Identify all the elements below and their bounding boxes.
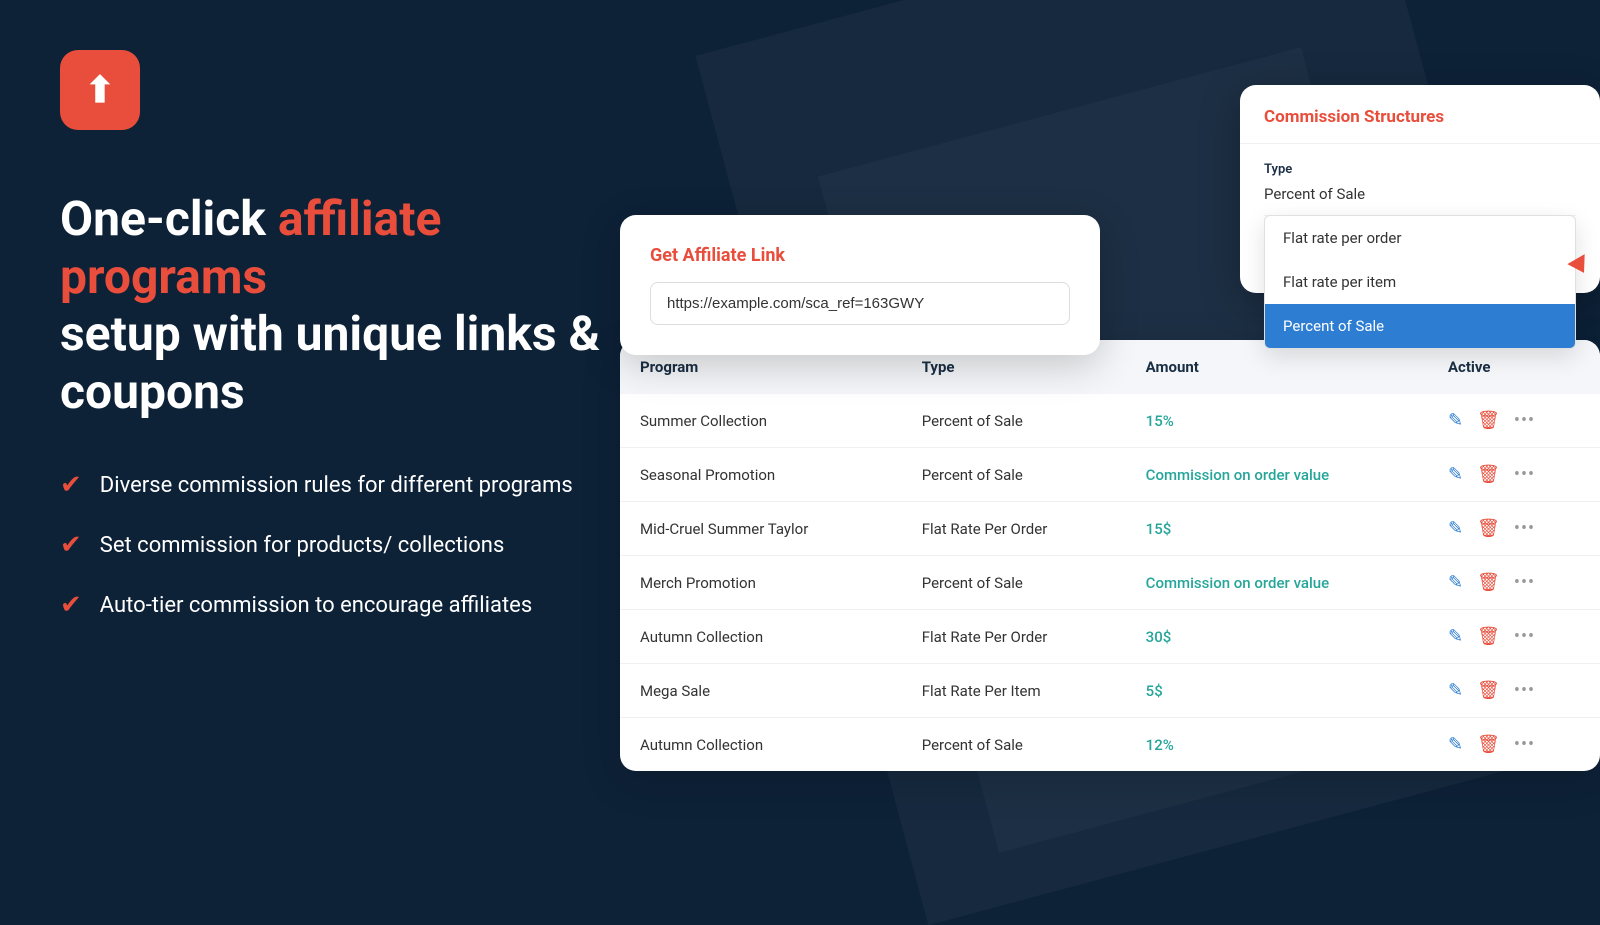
headline-sub: setup with unique links & coupons [60,305,600,420]
type-label: Type [1264,162,1576,177]
feature-item-2: ✔ Set commission for products/ collectio… [60,530,620,560]
more-icon[interactable]: ••• [1514,518,1535,539]
cell-amount: 15$ [1126,502,1428,556]
delete-icon[interactable]: 🗑 [1477,518,1500,539]
cell-amount: 12% [1126,718,1428,772]
cell-type: Flat Rate Per Order [902,610,1126,664]
cell-amount: 15% [1126,394,1428,448]
more-icon[interactable]: ••• [1514,734,1535,755]
more-icon[interactable]: ••• [1514,464,1535,485]
cell-amount: 30$ [1126,610,1428,664]
table-row: Mega Sale Flat Rate Per Item 5$ ✎ 🗑 ••• [620,664,1600,718]
logo-icon: ⬆ [85,72,115,108]
more-icon[interactable]: ••• [1514,572,1535,593]
table-row: Mid-Cruel Summer Taylor Flat Rate Per Or… [620,502,1600,556]
cell-program: Mid-Cruel Summer Taylor [620,502,902,556]
affiliate-card-title: Get Affiliate Link [650,245,1070,266]
table-row: Summer Collection Percent of Sale 15% ✎ … [620,394,1600,448]
dropdown-option-flat-order[interactable]: Flat rate per order [1265,216,1575,260]
delete-icon[interactable]: 🗑 [1477,464,1500,485]
edit-icon[interactable]: ✎ [1448,410,1463,431]
feature-text-3: Auto-tier commission to encourage affili… [100,593,532,618]
delete-icon[interactable]: 🗑 [1477,626,1500,647]
logo-box: ⬆ [60,50,140,130]
cell-type: Percent of Sale [902,394,1126,448]
feature-text-2: Set commission for products/ collections [100,533,505,558]
left-panel: ⬆ One-click affiliate programs setup wit… [0,0,680,900]
headline: One-click affiliate programs setup with … [60,190,620,420]
table-row: Merch Promotion Percent of Sale Commissi… [620,556,1600,610]
table-row: Autumn Collection Percent of Sale 12% ✎ … [620,718,1600,772]
feature-item-1: ✔ Diverse commission rules for different… [60,470,620,500]
feature-text-1: Diverse commission rules for different p… [100,473,573,498]
cell-program: Autumn Collection [620,718,902,772]
cell-actions: ✎ 🗑 ••• [1428,556,1600,610]
cell-actions: ✎ 🗑 ••• [1428,448,1600,502]
cell-type: Percent of Sale [902,448,1126,502]
cell-actions: ✎ 🗑 ••• [1428,610,1600,664]
check-icon-2: ✔ [60,530,82,560]
delete-icon[interactable]: 🗑 [1477,734,1500,755]
more-icon[interactable]: ••• [1514,680,1535,701]
cell-program: Autumn Collection [620,610,902,664]
edit-icon[interactable]: ✎ [1448,680,1463,701]
cell-amount: 5$ [1126,664,1428,718]
cell-actions: ✎ 🗑 ••• [1428,664,1600,718]
check-icon-1: ✔ [60,470,82,500]
commission-title: Commission Structures [1240,85,1600,144]
table-row: Seasonal Promotion Percent of Sale Commi… [620,448,1600,502]
affiliate-card: Get Affiliate Link [620,215,1100,355]
edit-icon[interactable]: ✎ [1448,572,1463,593]
cell-type: Percent of Sale [902,556,1126,610]
more-icon[interactable]: ••• [1514,410,1535,431]
cell-type: Percent of Sale [902,718,1126,772]
edit-icon[interactable]: ✎ [1448,734,1463,755]
type-value[interactable]: Percent of Sale Flat rate per order Flat… [1264,185,1576,216]
edit-icon[interactable]: ✎ [1448,626,1463,647]
type-field: Type Percent of Sale Flat rate per order… [1240,144,1600,216]
cell-actions: ✎ 🗑 ••• [1428,718,1600,772]
type-dropdown[interactable]: Flat rate per order Flat rate per item P… [1264,215,1576,349]
edit-icon[interactable]: ✎ [1448,464,1463,485]
cell-amount: Commission on order value [1126,448,1428,502]
table-row: Autumn Collection Flat Rate Per Order 30… [620,610,1600,664]
dropdown-option-flat-item[interactable]: Flat rate per item [1265,260,1575,304]
delete-icon[interactable]: 🗑 [1477,410,1500,431]
dropdown-option-percent[interactable]: Percent of Sale [1265,304,1575,348]
delete-icon[interactable]: 🗑 [1477,680,1500,701]
affiliate-link-input[interactable] [650,282,1070,325]
cell-program: Seasonal Promotion [620,448,902,502]
edit-icon[interactable]: ✎ [1448,518,1463,539]
commission-panel: Commission Structures Type Percent of Sa… [1240,85,1600,293]
cell-program: Merch Promotion [620,556,902,610]
commission-table: Program Type Amount Active Summer Collec… [620,340,1600,771]
cell-amount: Commission on order value [1126,556,1428,610]
right-panel: Get Affiliate Link Commission Structures… [620,0,1600,900]
cell-type: Flat Rate Per Order [902,502,1126,556]
cell-actions: ✎ 🗑 ••• [1428,394,1600,448]
delete-icon[interactable]: 🗑 [1477,572,1500,593]
cell-actions: ✎ 🗑 ••• [1428,502,1600,556]
cell-program: Mega Sale [620,664,902,718]
cell-type: Flat Rate Per Item [902,664,1126,718]
more-icon[interactable]: ••• [1514,626,1535,647]
cell-program: Summer Collection [620,394,902,448]
features-list: ✔ Diverse commission rules for different… [60,470,620,620]
headline-plain: One-click [60,190,278,247]
check-icon-3: ✔ [60,590,82,620]
feature-item-3: ✔ Auto-tier commission to encourage affi… [60,590,620,620]
